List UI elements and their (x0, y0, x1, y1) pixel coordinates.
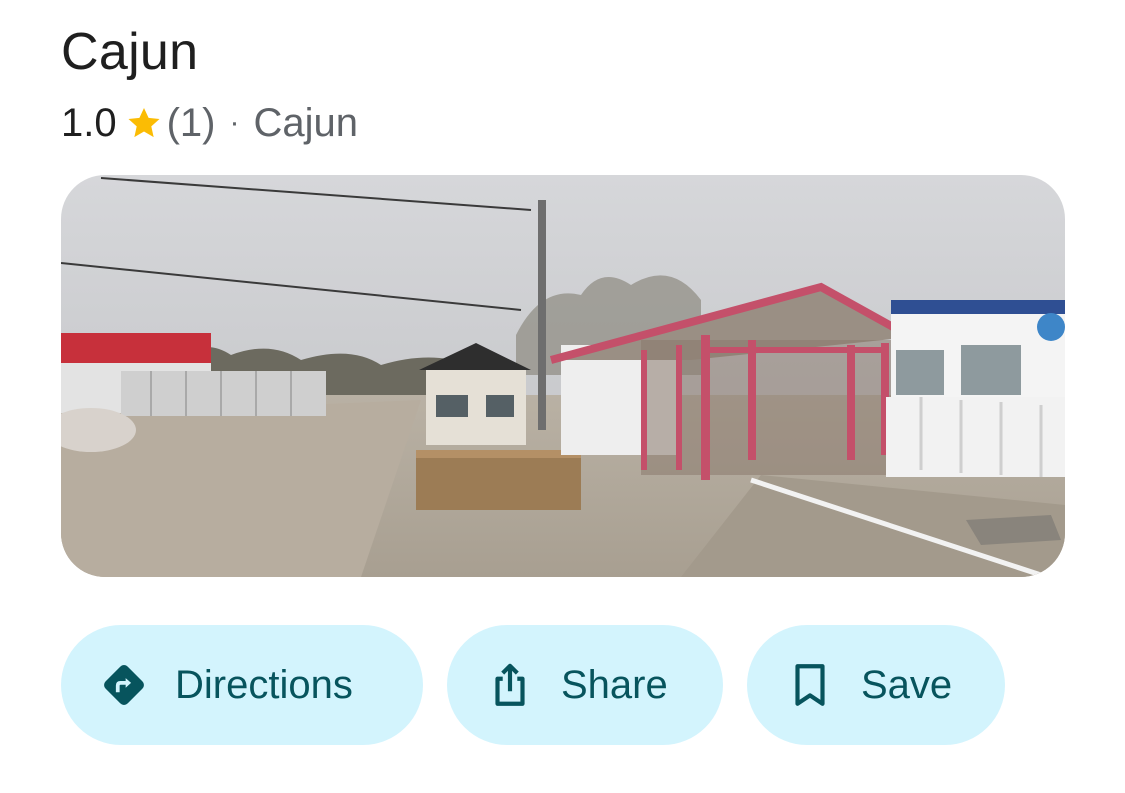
share-button[interactable]: Share (447, 625, 723, 745)
share-label: Share (561, 662, 668, 707)
save-button[interactable]: Save (747, 625, 1005, 745)
rating-row: 1.0 (1) · Cajun (61, 100, 358, 146)
street-view-image (61, 175, 1065, 577)
directions-label: Directions (175, 662, 353, 707)
place-title[interactable]: Cajun (61, 22, 198, 82)
action-bar: Directions Share Save (61, 625, 1005, 745)
share-icon (485, 660, 535, 710)
review-count[interactable]: (1) (167, 101, 216, 146)
place-category: Cajun (253, 100, 359, 145)
separator-dot: · (229, 106, 240, 139)
place-card: Cajun 1.0 (1) · Cajun Directions Share S… (0, 0, 1125, 793)
directions-button[interactable]: Directions (61, 625, 423, 745)
save-label: Save (861, 662, 953, 707)
rating-value: 1.0 (61, 100, 117, 145)
bookmark-icon (785, 660, 835, 710)
star-icon (128, 107, 160, 138)
directions-icon (99, 660, 149, 710)
place-photo[interactable] (61, 175, 1065, 577)
